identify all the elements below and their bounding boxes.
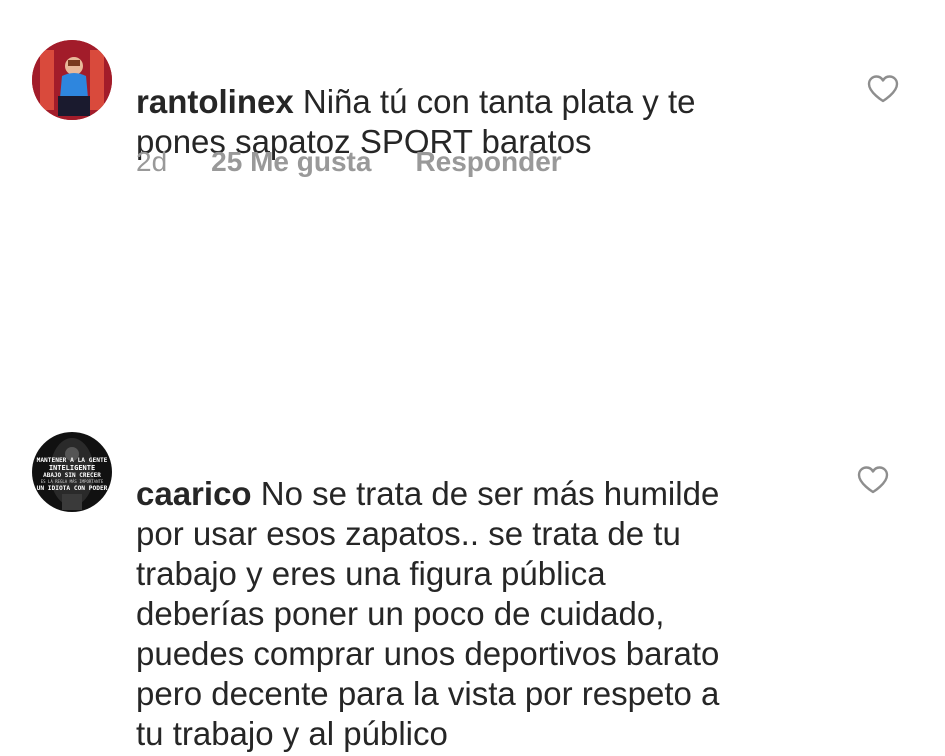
comment-item: MANTENER A LA GENTE INTELIGENTE ABAJO SI… <box>0 420 945 756</box>
svg-text:UN IDIOTA CON PODER: UN IDIOTA CON PODER <box>37 485 108 492</box>
comment-body: No se trata de ser más humilde por usar … <box>136 475 720 752</box>
comment-text: rantolinex Niña tú con tanta plata y te … <box>136 42 856 162</box>
svg-text:INTELIGENTE: INTELIGENTE <box>49 464 95 472</box>
comment-item: rantolinex Niña tú con tanta plata y te … <box>0 0 945 200</box>
like-heart-icon[interactable] <box>856 465 890 495</box>
reply-button[interactable]: Responder <box>415 146 561 178</box>
comment-username[interactable]: rantolinex <box>136 83 294 120</box>
svg-text:ES LA REGLA MÁS IMPORTANTE: ES LA REGLA MÁS IMPORTANTE <box>41 479 104 484</box>
svg-text:ABAJO SIN CRECER: ABAJO SIN CRECER <box>43 472 101 479</box>
profile-photo-icon <box>32 40 112 120</box>
avatar[interactable] <box>32 40 112 120</box>
like-heart-icon[interactable] <box>866 74 900 104</box>
comment-text: caarico No se trata de ser más humilde p… <box>136 434 856 754</box>
comment-meta: 2d 25 Me gusta Responder <box>136 146 562 178</box>
svg-text:MANTENER A LA GENTE: MANTENER A LA GENTE <box>37 457 108 464</box>
likes-count[interactable]: 25 Me gusta <box>211 146 371 178</box>
profile-photo-icon: MANTENER A LA GENTE INTELIGENTE ABAJO SI… <box>32 432 112 512</box>
avatar[interactable]: MANTENER A LA GENTE INTELIGENTE ABAJO SI… <box>32 432 112 512</box>
comment-time: 2d <box>136 146 168 177</box>
comment-username[interactable]: caarico <box>136 475 252 512</box>
